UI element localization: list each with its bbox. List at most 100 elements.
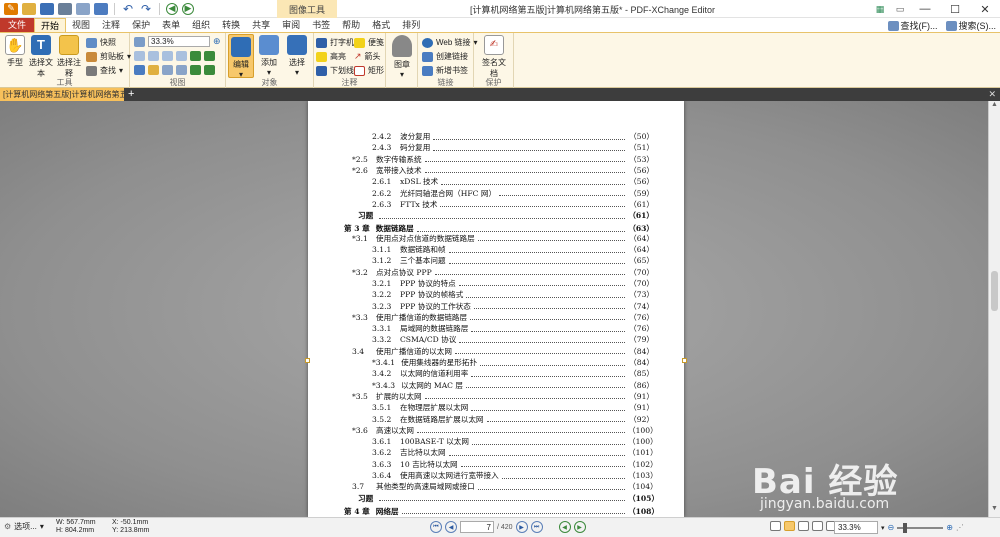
open-folder-icon[interactable] bbox=[22, 2, 36, 15]
rotate-left-icon[interactable] bbox=[190, 51, 201, 61]
select-annotation-button[interactable]: 选择注释 bbox=[56, 35, 82, 79]
print-icon[interactable] bbox=[58, 2, 72, 15]
view-row-3 bbox=[134, 65, 215, 75]
select-button[interactable]: 选择 ▾ bbox=[284, 35, 310, 77]
tab-share[interactable]: 共享 bbox=[246, 18, 276, 32]
single-page-view-icon[interactable] bbox=[770, 521, 781, 531]
new-tab-icon[interactable]: + bbox=[128, 88, 134, 100]
tab-home[interactable]: 开始 bbox=[34, 18, 67, 32]
single-page-icon[interactable] bbox=[134, 51, 145, 61]
layout-icon[interactable]: ▦ bbox=[870, 0, 890, 18]
close-button[interactable]: ✕ bbox=[970, 0, 1000, 18]
zoom-level-input[interactable]: 33.3% bbox=[834, 521, 878, 534]
highlight-button[interactable]: 高亮 bbox=[316, 51, 346, 62]
facing-continuous-icon[interactable] bbox=[176, 51, 187, 61]
forward-icon[interactable]: ▶ bbox=[182, 2, 194, 15]
view-row-2 bbox=[134, 51, 215, 61]
page-number-input[interactable]: 7 bbox=[460, 521, 494, 533]
facing-icon[interactable] bbox=[162, 51, 173, 61]
create-link-button[interactable]: 创建链接 bbox=[422, 51, 468, 62]
arrow-button[interactable]: ↗ 箭头 bbox=[354, 51, 381, 62]
facing-continuous-view-icon[interactable] bbox=[812, 521, 823, 531]
continuous-icon[interactable] bbox=[148, 51, 159, 61]
typewriter-button[interactable]: 打字机 bbox=[316, 37, 354, 48]
options-button[interactable]: ⚙ 选项... ▾ bbox=[4, 521, 44, 532]
tab-file[interactable]: 文件 bbox=[0, 18, 35, 32]
document-tab[interactable]: [计算机网络第五版]计算机网络第五版 * bbox=[0, 88, 124, 101]
edit-button[interactable]: 编辑 ▾ bbox=[228, 34, 254, 79]
tab-review[interactable]: 审阅 bbox=[276, 18, 306, 32]
find-tool-button[interactable]: 查找 ▾ bbox=[86, 65, 123, 76]
tab-arrange[interactable]: 排列 bbox=[396, 18, 426, 32]
tab-bookmarks[interactable]: 书签 bbox=[306, 18, 336, 32]
tab-format[interactable]: 格式 bbox=[366, 18, 396, 32]
close-document-icon[interactable]: ✕ bbox=[988, 88, 996, 101]
app-icon[interactable]: ✎ bbox=[4, 2, 18, 15]
ribbon-toggle-icon[interactable]: ▭ bbox=[890, 0, 910, 18]
highlight-fields-icon[interactable] bbox=[148, 65, 159, 75]
sticky-note-button[interactable]: 便笺 bbox=[354, 37, 384, 48]
next-page-icon[interactable]: ▶ bbox=[515, 521, 528, 533]
maximize-button[interactable]: ☐ bbox=[940, 0, 970, 18]
tab-form[interactable]: 表单 bbox=[156, 18, 186, 32]
tab-comment[interactable]: 注释 bbox=[96, 18, 126, 32]
zoom-out-icon[interactable]: ⊖ bbox=[888, 523, 895, 532]
rotate-right-icon[interactable] bbox=[204, 51, 215, 61]
attachment-icon[interactable] bbox=[176, 65, 187, 75]
back-icon[interactable]: ◀ bbox=[166, 2, 178, 15]
redo-icon[interactable]: ↷ bbox=[139, 2, 153, 16]
next-view-icon[interactable] bbox=[204, 65, 215, 75]
add-button[interactable]: 添加 ▾ bbox=[256, 35, 282, 77]
back-view-icon[interactable]: ◀ bbox=[558, 521, 571, 533]
facing-view-icon[interactable] bbox=[798, 521, 809, 531]
page-fit-icon[interactable] bbox=[134, 36, 145, 47]
search-button[interactable]: 搜索(S)... bbox=[945, 19, 996, 32]
web-link-button[interactable]: Web 链接 ▾ bbox=[422, 37, 478, 48]
tab-convert[interactable]: 转换 bbox=[216, 18, 246, 32]
zoom-in-status-icon[interactable]: ⊕ bbox=[946, 523, 953, 532]
toc-number: *3.4.3 bbox=[372, 380, 396, 390]
tab-help[interactable]: 帮助 bbox=[336, 18, 366, 32]
underline-button[interactable]: 下划线 bbox=[316, 65, 354, 76]
first-page-icon[interactable]: ⏮ bbox=[430, 521, 442, 533]
comment-group-label: 注释 bbox=[341, 78, 358, 87]
forward-view-icon[interactable]: ▶ bbox=[573, 521, 586, 533]
layers-icon[interactable] bbox=[162, 65, 173, 75]
pdf-page[interactable]: 2.4.2 波分复用 （50） 2.4.3 码分复用 （51） *2.5 数字传输系统 （53）… bbox=[308, 101, 684, 517]
tab-protect[interactable]: 保护 bbox=[126, 18, 156, 32]
toc-title: 三个基本问题 bbox=[400, 256, 446, 266]
tab-view[interactable]: 视图 bbox=[66, 18, 96, 32]
prev-page-icon[interactable]: ◀ bbox=[445, 521, 457, 533]
last-page-icon[interactable]: ⏭ bbox=[530, 521, 543, 533]
zoom-slider[interactable] bbox=[897, 522, 944, 533]
hand-tool-button[interactable]: ✋ 手型 bbox=[2, 35, 28, 68]
zoom-combo[interactable]: 33.3% bbox=[148, 36, 210, 47]
scan-icon[interactable] bbox=[94, 2, 108, 15]
prev-view-icon[interactable] bbox=[190, 65, 201, 75]
tab-organize[interactable]: 组织 bbox=[186, 18, 216, 32]
scroll-thumb[interactable] bbox=[991, 271, 998, 311]
stamp-button[interactable]: 图章 ▾ bbox=[389, 35, 415, 79]
new-bookmark-button[interactable]: 新增书签 bbox=[422, 65, 468, 76]
vertical-scrollbar[interactable]: ▲ ▼ bbox=[988, 101, 1000, 517]
snapshot-button[interactable]: 快照 bbox=[86, 37, 116, 48]
bookmark-icon[interactable] bbox=[134, 65, 145, 75]
continuous-view-icon[interactable] bbox=[784, 521, 795, 531]
scroll-up-icon[interactable]: ▲ bbox=[989, 101, 1000, 113]
email-icon[interactable] bbox=[76, 2, 90, 15]
zoom-slider-knob[interactable] bbox=[903, 522, 908, 533]
clipboard-button[interactable]: 剪贴板 ▾ bbox=[86, 51, 131, 62]
undo-icon[interactable]: ↶ bbox=[121, 2, 135, 16]
select-text-button[interactable]: T 选择文本 bbox=[28, 35, 54, 79]
document-workspace[interactable]: 2.4.2 波分复用 （50） 2.4.3 码分复用 （51） *2.5 数字传输系统 （53）… bbox=[0, 101, 988, 517]
save-icon[interactable] bbox=[40, 2, 54, 15]
resize-handle-right[interactable] bbox=[682, 358, 687, 363]
sign-document-button[interactable]: ✍ 签名文档 bbox=[480, 35, 508, 79]
rectangle-button[interactable]: 矩形 bbox=[354, 65, 384, 76]
zoom-dropdown-icon[interactable]: ▾ bbox=[881, 524, 885, 532]
minimize-button[interactable]: — bbox=[910, 0, 940, 18]
scroll-down-icon[interactable]: ▼ bbox=[989, 505, 1000, 517]
find-button[interactable]: 查找(F)... bbox=[887, 19, 938, 32]
resize-handle-left[interactable] bbox=[305, 358, 310, 363]
zoom-in-icon[interactable]: ⊕ bbox=[213, 36, 221, 47]
